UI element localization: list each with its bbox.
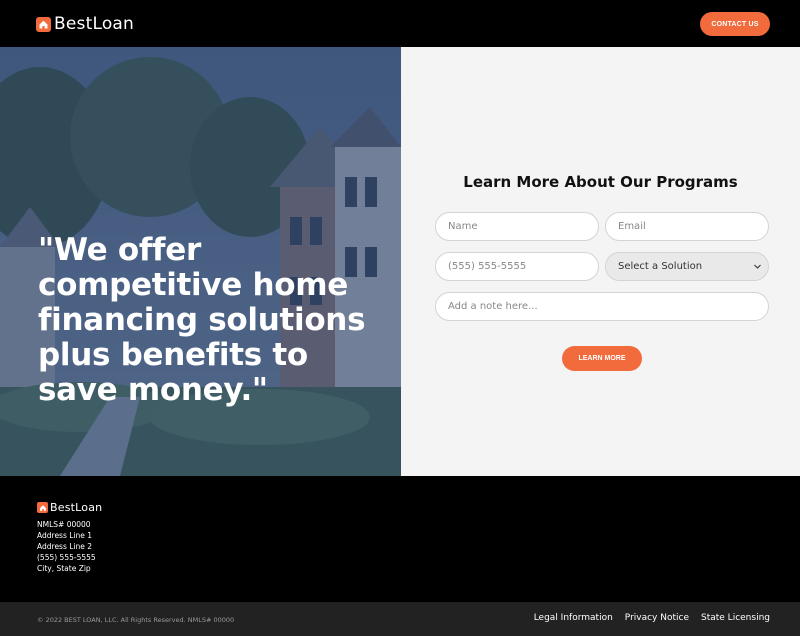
site-header: BestLoan CONTACT US — [0, 0, 800, 47]
contact-form-panel: Learn More About Our Programs Select a S… — [401, 47, 800, 476]
learn-more-button[interactable]: LEARN MORE — [562, 346, 642, 371]
footer-bottom-bar: © 2022 BEST LOAN, LLC. All Rights Reserv… — [0, 602, 800, 636]
state-licensing-link[interactable]: State Licensing — [701, 613, 770, 623]
brand-logo[interactable]: BestLoan — [36, 14, 134, 34]
solution-select-value: Select a Solution — [618, 261, 703, 272]
hero-quote: "We offer competitive home financing sol… — [38, 232, 366, 408]
footer-links: Legal Information Privacy Notice State L… — [534, 613, 770, 623]
footer-address-line-1: Address Line 1 — [37, 531, 93, 540]
solution-select[interactable]: Select a Solution — [605, 252, 769, 281]
house-icon — [36, 16, 51, 32]
footer-phone: (555) 555-5555 — [37, 553, 96, 562]
name-field[interactable] — [435, 212, 599, 241]
footer-nmls: NMLS# 00000 — [37, 520, 91, 529]
email-field[interactable] — [605, 212, 769, 241]
legal-information-link[interactable]: Legal Information — [534, 613, 613, 623]
footer-logo[interactable]: BestLoan — [37, 501, 102, 514]
copyright-text: © 2022 BEST LOAN, LLC. All Rights Reserv… — [37, 616, 235, 624]
site-footer: BestLoan NMLS# 00000 Address Line 1 Addr… — [0, 476, 800, 602]
footer-address-block: NMLS# 00000 Address Line 1 Address Line … — [37, 519, 96, 574]
contact-us-button[interactable]: CONTACT US — [700, 12, 770, 36]
footer-brand-name: BestLoan — [50, 501, 103, 514]
footer-city-state-zip: City, State Zip — [37, 564, 91, 573]
chevron-down-icon — [754, 264, 761, 269]
brand-name: BestLoan — [54, 14, 135, 34]
house-icon — [37, 502, 48, 513]
privacy-notice-link[interactable]: Privacy Notice — [625, 613, 689, 623]
phone-field[interactable] — [435, 252, 599, 281]
form-title: Learn More About Our Programs — [463, 173, 738, 191]
hero-section: "We offer competitive home financing sol… — [0, 47, 401, 476]
note-field[interactable] — [435, 292, 769, 321]
footer-address-line-2: Address Line 2 — [37, 542, 93, 551]
